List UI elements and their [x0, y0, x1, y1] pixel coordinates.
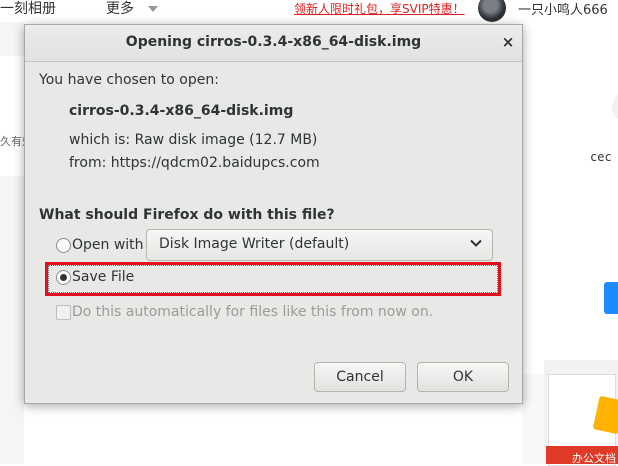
page-left-card	[0, 56, 24, 176]
dialog-titlebar[interactable]: Opening cirros-0.3.4-x86_64-disk.img ×	[25, 25, 522, 62]
page-right-card	[522, 22, 618, 374]
open-with-radio[interactable]	[56, 238, 71, 253]
blue-action-button[interactable]	[604, 282, 618, 314]
cancel-button[interactable]: Cancel	[314, 362, 406, 392]
file-name: cirros-0.3.4-x86_64-disk.img	[69, 103, 294, 119]
chosen-label: You have chosen to open:	[39, 72, 219, 88]
file-type: which is: Raw disk image (12.7 MB)	[69, 132, 318, 148]
promo-link[interactable]: 领新人限时礼包，享SVIP特惠！	[294, 0, 465, 17]
file-source: from: https://qdcm02.baidupcs.com	[69, 155, 320, 171]
save-file-radio[interactable]	[56, 270, 71, 285]
username-label[interactable]: 一只小鸣人666	[518, 0, 608, 18]
right-text-fragment: cec	[590, 150, 612, 164]
open-with-label[interactable]: Open with	[72, 237, 144, 253]
chevron-down-icon	[470, 239, 482, 247]
save-file-label[interactable]: Save File	[72, 269, 134, 285]
auto-checkbox[interactable]	[56, 305, 71, 320]
auto-label[interactable]: Do this automatically for files like thi…	[72, 304, 433, 320]
action-question: What should Firefox do with this file?	[39, 207, 335, 223]
nav-link-more[interactable]: 更多	[106, 0, 134, 18]
close-icon[interactable]: ×	[499, 32, 517, 52]
chevron-down-icon[interactable]	[148, 6, 158, 12]
radio-selected-dot	[60, 274, 67, 281]
ok-button[interactable]: OK	[417, 362, 509, 392]
dialog-title: Opening cirros-0.3.4-x86_64-disk.img	[125, 34, 422, 50]
open-with-app-select[interactable]: Disk Image Writer (default)	[146, 229, 493, 261]
download-dialog: Opening cirros-0.3.4-x86_64-disk.img × Y…	[24, 24, 523, 404]
open-with-app-value: Disk Image Writer (default)	[159, 236, 350, 252]
nav-link-album[interactable]: 一刻相册	[0, 0, 56, 18]
